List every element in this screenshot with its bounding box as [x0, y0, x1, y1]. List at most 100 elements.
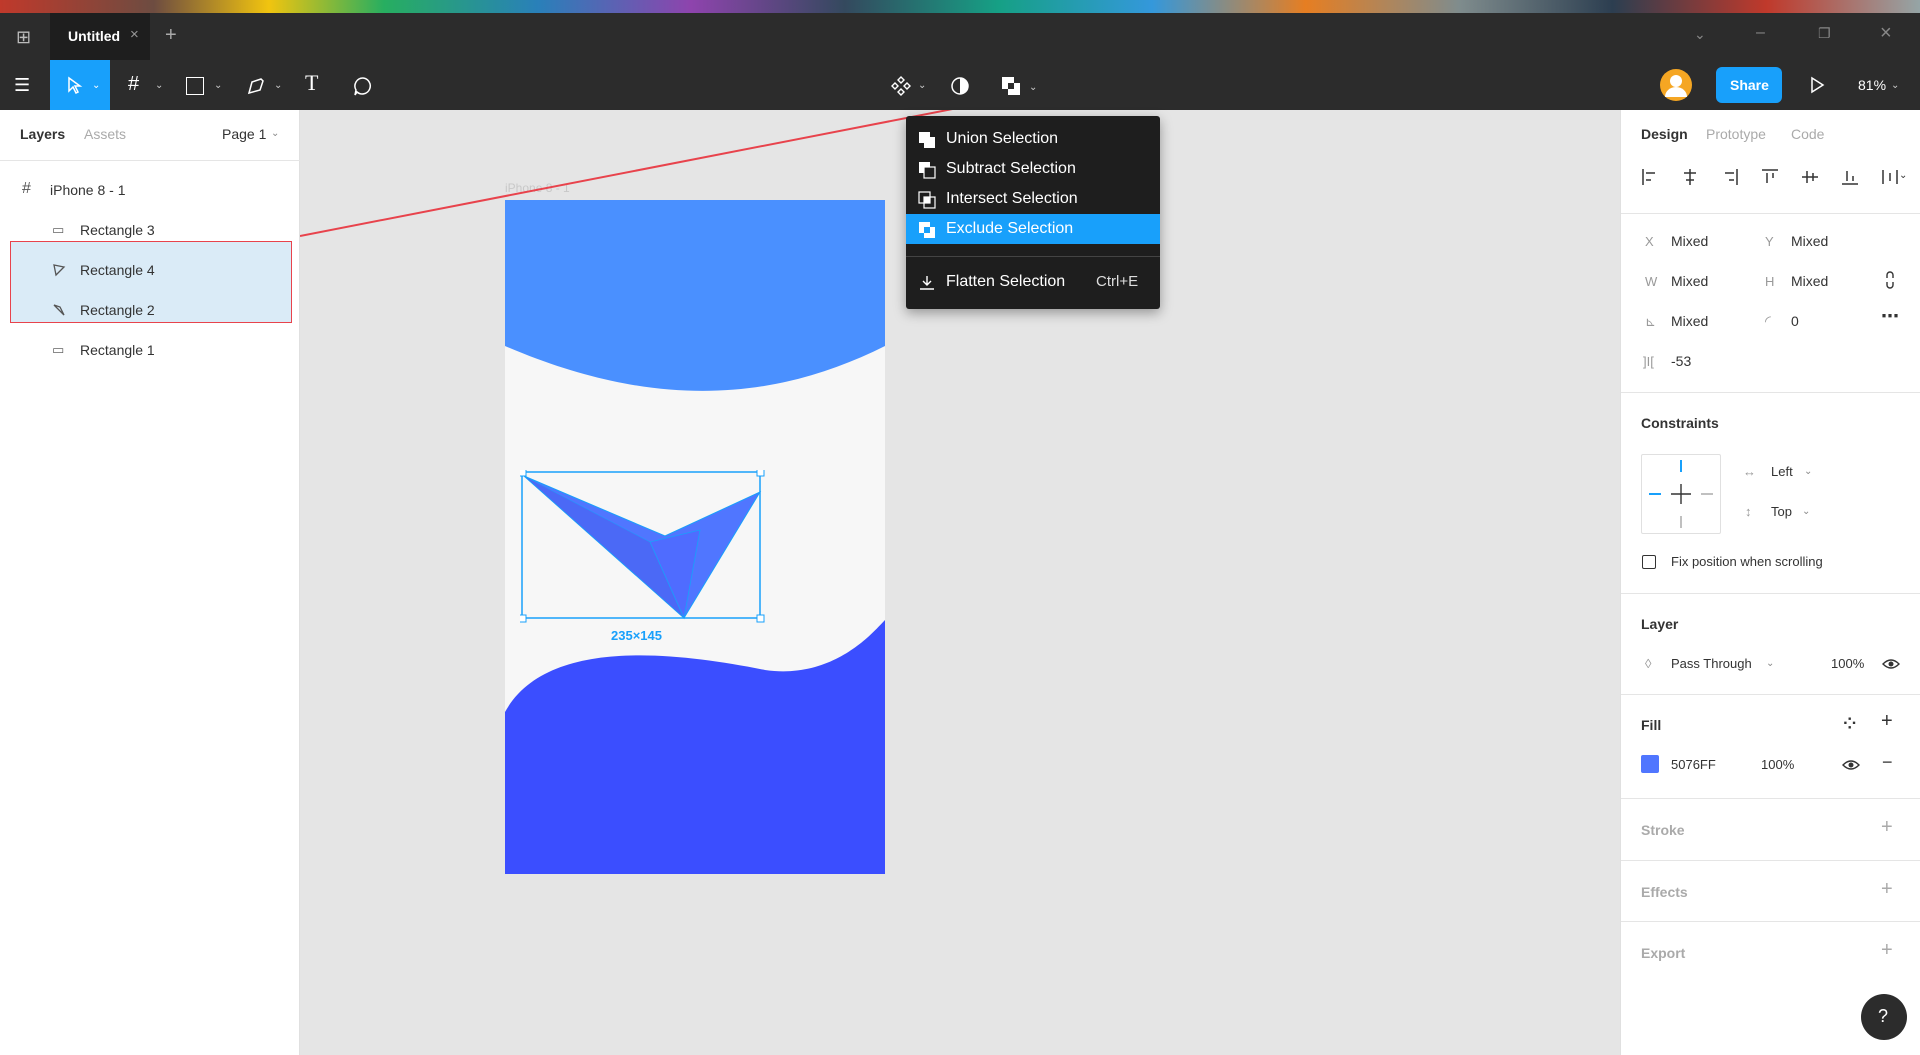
- layer-row[interactable]: Rectangle 4: [0, 250, 300, 290]
- vertical-arrows-icon: ↕: [1745, 504, 1752, 519]
- y-input[interactable]: Mixed: [1791, 233, 1828, 249]
- align-center-horizontal-icon[interactable]: [1681, 168, 1699, 186]
- rotation-input[interactable]: Mixed: [1671, 313, 1708, 329]
- blend-mode-select[interactable]: Pass Through: [1671, 656, 1752, 671]
- add-export-icon[interactable]: +: [1881, 939, 1893, 962]
- layer-row[interactable]: ▭ Rectangle 1: [0, 330, 300, 370]
- page-selector[interactable]: Page 1: [222, 126, 266, 142]
- chevron-down-icon[interactable]: ⌄: [214, 80, 222, 91]
- avatar[interactable]: [1660, 69, 1692, 101]
- chevron-down-icon[interactable]: ⌄: [1899, 170, 1907, 181]
- menu-divider: [906, 256, 1160, 257]
- more-options-icon[interactable]: ⋯: [1881, 306, 1899, 327]
- tab-prototype[interactable]: Prototype: [1706, 126, 1766, 142]
- comment-icon[interactable]: [352, 75, 374, 97]
- intersect-icon: [918, 191, 936, 209]
- align-right-icon[interactable]: [1721, 168, 1739, 186]
- chevron-down-icon[interactable]: ⌄: [1891, 80, 1899, 91]
- zoom-level[interactable]: 81%: [1858, 77, 1886, 93]
- vertical-constraint-select[interactable]: Top: [1771, 504, 1792, 519]
- fill-hex-input[interactable]: 5076FF: [1671, 757, 1716, 772]
- constraints-widget[interactable]: [1641, 454, 1721, 534]
- fill-title: Fill: [1641, 717, 1662, 733]
- play-icon[interactable]: [1808, 76, 1826, 94]
- layer-row-frame[interactable]: # iPhone 8 - 1: [0, 170, 300, 210]
- corner-radius-icon: ◜: [1765, 313, 1771, 330]
- layer-row[interactable]: Rectangle 2: [0, 290, 300, 330]
- divider: [1621, 392, 1920, 393]
- fill-color-swatch[interactable]: [1641, 755, 1659, 773]
- window-close-icon[interactable]: ×: [1880, 22, 1892, 45]
- constrain-proportions-icon[interactable]: [1883, 270, 1897, 290]
- align-left-icon[interactable]: [1641, 168, 1659, 186]
- vector-layer-icon: [53, 304, 65, 316]
- fix-position-checkbox[interactable]: [1642, 555, 1656, 569]
- eye-icon[interactable]: [1882, 657, 1900, 671]
- add-fill-icon[interactable]: +: [1881, 710, 1893, 733]
- rectangle-tool-icon[interactable]: [186, 77, 204, 95]
- h-input[interactable]: Mixed: [1791, 273, 1828, 289]
- style-grid-icon[interactable]: ⁘: [1843, 714, 1856, 734]
- constraints-grid-icon: [1649, 460, 1713, 528]
- menu-item-flatten[interactable]: Flatten Selection Ctrl+E: [906, 267, 1160, 297]
- tab-design[interactable]: Design: [1641, 126, 1688, 142]
- chevron-down-icon[interactable]: ⌄: [274, 80, 282, 91]
- divider: [1621, 921, 1920, 922]
- chevron-down-icon[interactable]: ⌄: [155, 80, 163, 91]
- eye-icon[interactable]: [1842, 758, 1860, 772]
- chevron-down-icon[interactable]: ⌄: [1766, 658, 1774, 669]
- help-button[interactable]: ?: [1861, 994, 1907, 1040]
- pen-icon[interactable]: [246, 76, 266, 96]
- align-top-icon[interactable]: [1761, 168, 1779, 186]
- chevron-down-icon[interactable]: ⌄: [1802, 506, 1810, 517]
- stroke-title: Stroke: [1641, 822, 1685, 838]
- selection-size-label: 235×145: [611, 628, 662, 643]
- layer-opacity-input[interactable]: 100%: [1831, 656, 1864, 671]
- distribute-icon[interactable]: [1881, 168, 1899, 186]
- align-center-vertical-icon[interactable]: [1801, 168, 1819, 186]
- x-input[interactable]: Mixed: [1671, 233, 1708, 249]
- mask-icon[interactable]: [950, 76, 970, 96]
- cursor-icon: [68, 76, 83, 94]
- boolean-exclude-icon[interactable]: [1000, 75, 1022, 97]
- add-effect-icon[interactable]: +: [1881, 878, 1893, 901]
- chevron-down-icon[interactable]: ⌄: [1804, 466, 1812, 477]
- chevron-down-icon[interactable]: ⌄: [1029, 82, 1037, 93]
- close-icon[interactable]: ×: [130, 26, 139, 43]
- subtract-icon: [919, 162, 936, 179]
- spacing-input[interactable]: -53: [1671, 353, 1691, 369]
- menu-item-subtract[interactable]: Subtract Selection: [906, 154, 1160, 184]
- frame-icon[interactable]: #: [128, 74, 139, 94]
- tab-untitled[interactable]: Untitled ×: [50, 13, 150, 60]
- fill-opacity-input[interactable]: 100%: [1761, 757, 1794, 772]
- menu-item-label: Subtract Selection: [946, 160, 1076, 177]
- user-icon: [1665, 75, 1687, 97]
- menu-item-union[interactable]: Union Selection: [906, 124, 1160, 154]
- frame-name: iPhone 8 - 1: [50, 182, 126, 198]
- menu-icon[interactable]: ☰: [14, 76, 30, 94]
- move-tool-button[interactable]: ⌄: [50, 60, 110, 110]
- tab-code[interactable]: Code: [1791, 126, 1824, 142]
- chevron-down-icon[interactable]: ⌄: [1694, 26, 1706, 43]
- add-tab-icon[interactable]: +: [165, 24, 177, 47]
- chevron-down-icon[interactable]: ⌄: [271, 128, 279, 139]
- horizontal-arrows-icon: ↔: [1743, 464, 1756, 479]
- menu-item-exclude[interactable]: Exclude Selection: [906, 214, 1160, 244]
- remove-fill-icon[interactable]: −: [1882, 752, 1893, 773]
- component-icon[interactable]: [890, 75, 912, 97]
- add-stroke-icon[interactable]: +: [1881, 816, 1893, 839]
- minimize-icon[interactable]: –: [1756, 24, 1765, 42]
- text-tool-icon[interactable]: T: [305, 72, 318, 94]
- horizontal-constraint-select[interactable]: Left: [1771, 464, 1793, 479]
- grid-icon[interactable]: ⊞: [16, 27, 31, 48]
- align-bottom-icon[interactable]: [1841, 168, 1859, 186]
- chevron-down-icon[interactable]: ⌄: [918, 80, 926, 91]
- w-input[interactable]: Mixed: [1671, 273, 1708, 289]
- tab-layers[interactable]: Layers: [20, 126, 65, 142]
- radius-input[interactable]: 0: [1791, 313, 1799, 329]
- tab-assets[interactable]: Assets: [84, 126, 126, 142]
- layer-name: Rectangle 1: [80, 342, 155, 358]
- share-button[interactable]: Share: [1716, 67, 1782, 103]
- menu-item-intersect[interactable]: Intersect Selection: [906, 184, 1160, 214]
- restore-icon[interactable]: ❐: [1818, 25, 1831, 42]
